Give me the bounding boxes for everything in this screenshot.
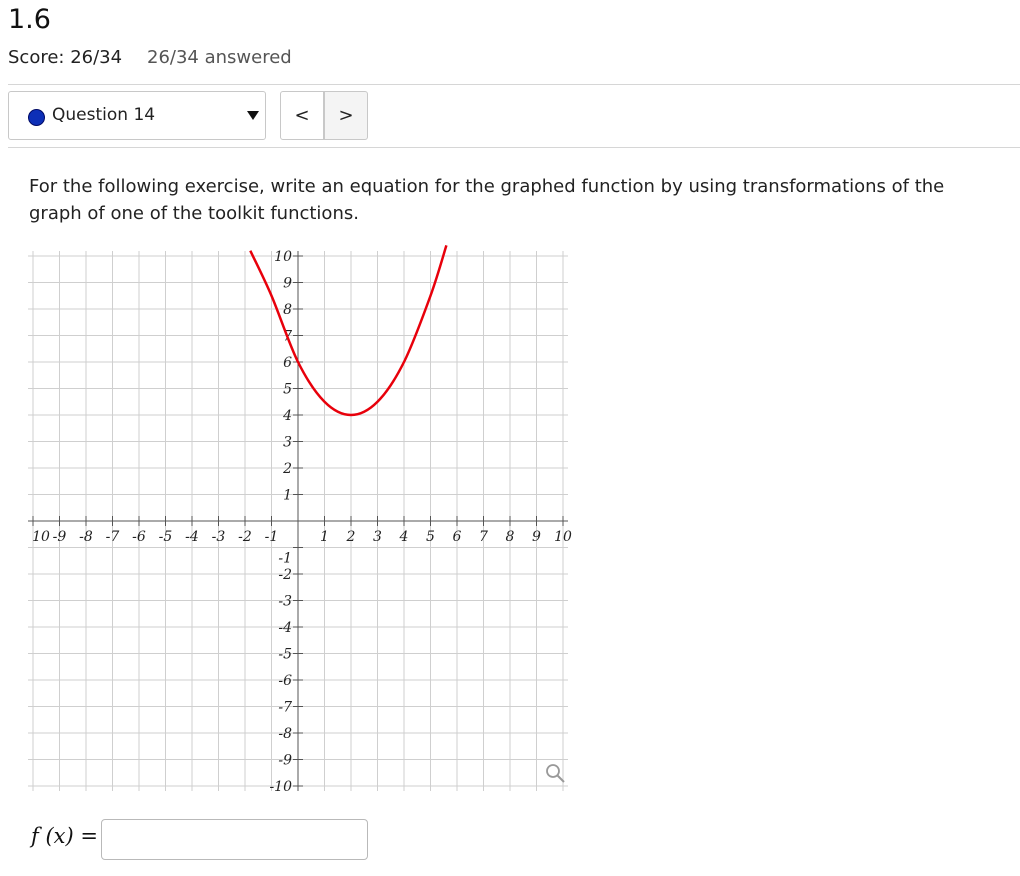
y-tick-label: -8 — [278, 726, 292, 742]
y-tick-label: 8 — [283, 302, 292, 318]
x-tick-label: 10 — [32, 529, 50, 545]
x-tick-label: 3 — [373, 529, 382, 545]
y-tick-label: 10 — [274, 249, 292, 265]
y-tick-label: -3 — [278, 594, 292, 610]
y-tick-label: -4 — [278, 620, 292, 636]
x-tick-label: -5 — [159, 529, 173, 545]
x-tick-label: 6 — [453, 529, 462, 545]
x-tick-label: 10 — [554, 529, 572, 545]
x-tick-label: -9 — [53, 529, 67, 545]
y-tick-label: -5 — [278, 647, 292, 663]
x-tick-label: 8 — [506, 529, 515, 545]
x-tick-label: -2 — [238, 529, 252, 545]
y-tick-label: -2 — [278, 567, 292, 583]
x-tick-label: 7 — [479, 529, 488, 545]
function-graph: 10 -9 -8 -7 -6 -5 -4 -3 -2 -1 1 2 3 4 5 6 7 8 9 10109876543… — [28, 245, 572, 795]
magnifier-icon[interactable] — [546, 764, 565, 783]
y-tick-label: 3 — [283, 435, 292, 451]
function-curve — [249, 245, 448, 417]
y-tick-label: -9 — [278, 753, 292, 769]
y-tick-label: -6 — [278, 673, 292, 689]
y-tick-label: 4 — [282, 408, 292, 424]
x-tick-label: -4 — [185, 529, 199, 545]
y-tick-label: 2 — [282, 461, 292, 477]
answer-label: f (x) = — [31, 824, 98, 848]
y-tick-label: -1 — [278, 551, 292, 567]
x-tick-label: 2 — [346, 529, 356, 545]
y-tick-label: 5 — [283, 382, 292, 398]
x-tick-label: -3 — [212, 529, 226, 545]
x-tick-label: -7 — [106, 529, 120, 545]
answer-input[interactable] — [101, 819, 368, 860]
x-tick-label: -6 — [132, 529, 146, 545]
x-tick-label: -1 — [265, 529, 279, 545]
y-tick-label: 9 — [283, 276, 292, 292]
x-tick-label: 5 — [426, 529, 435, 545]
y-tick-label: 6 — [283, 355, 292, 371]
x-tick-label: 9 — [532, 529, 541, 545]
y-tick-label: 1 — [283, 488, 292, 504]
x-tick-label: -8 — [79, 529, 93, 545]
x-tick-label: 4 — [399, 529, 409, 545]
x-tick-label: 1 — [320, 529, 329, 545]
y-tick-label: -10 — [269, 779, 292, 795]
y-tick-label: -7 — [278, 700, 292, 716]
